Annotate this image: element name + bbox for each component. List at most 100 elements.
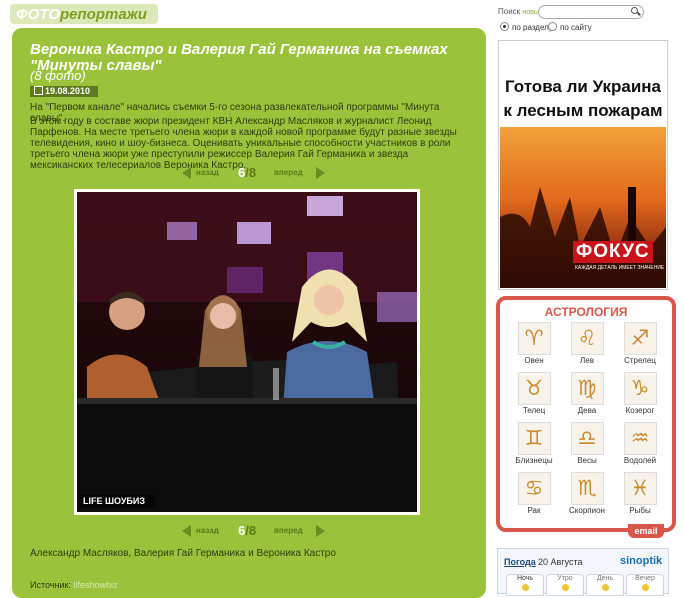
logo-part-photo: ФОТО xyxy=(16,6,61,23)
aquarius-icon[interactable]: ♒ xyxy=(623,422,657,455)
next-arrow-icon[interactable] xyxy=(316,525,325,537)
photo-watermark: LIFE ШОУБИЗ xyxy=(83,496,145,506)
scorpio-icon[interactable]: ♏ xyxy=(570,472,604,505)
photo-image xyxy=(77,192,417,512)
radio-section[interactable] xyxy=(500,22,509,31)
calendar-icon xyxy=(34,86,43,95)
leo-icon[interactable]: ♌ xyxy=(570,322,604,355)
article-body: В этом году в составе жюри президент КВН… xyxy=(30,116,457,171)
advertisement-banner[interactable]: Готова ли Украина к лесным пожарам ФОКУС … xyxy=(498,40,668,290)
source-label: Источник: xyxy=(30,580,71,590)
prev-link[interactable]: назад xyxy=(196,526,219,535)
taurus-icon[interactable]: ♉ xyxy=(517,372,551,405)
weather-tab[interactable]: День xyxy=(586,574,624,596)
photo-count: (8 фото) xyxy=(30,68,86,83)
weather-tab-label: День xyxy=(596,575,614,582)
libra-icon[interactable]: ♎ xyxy=(570,422,604,455)
astrology-title: АСТРОЛОГИЯ xyxy=(544,305,628,319)
zodiac-sign-name[interactable]: Телец xyxy=(509,406,559,415)
logo-part-reports: репортажи xyxy=(60,6,147,23)
zodiac-sign-name[interactable]: Лев xyxy=(562,356,612,365)
next-arrow-icon[interactable] xyxy=(316,167,325,179)
article-date: 19.08.2010 xyxy=(45,86,91,96)
aries-icon[interactable]: ♈ xyxy=(517,322,551,355)
radio-site-label: по сайту xyxy=(560,23,592,32)
zodiac-sign-name[interactable]: Скорпион xyxy=(562,506,612,515)
email-button[interactable]: email xyxy=(628,524,664,538)
ad-tagline: КАЖДАЯ ДЕТАЛЬ ИМЕЕТ ЗНАЧЕНИЕ xyxy=(575,265,665,271)
zodiac-sign-name[interactable]: Стрелец xyxy=(615,356,665,365)
zodiac-sign-scorpio[interactable]: ♏ Скорпион xyxy=(562,472,612,522)
radio-section-label: по разделу xyxy=(512,23,553,32)
sagittarius-icon[interactable]: ♐ xyxy=(623,322,657,355)
photo-counter: 6/8 xyxy=(238,165,256,180)
zodiac-sign-pisces[interactable]: ♓ Рыбы xyxy=(615,472,665,522)
article-title[interactable]: Вероника Кастро и Валерия Гай Германика … xyxy=(30,42,470,74)
photo-counter: 6/8 xyxy=(238,523,256,538)
zodiac-sign-name[interactable]: Близнецы xyxy=(509,456,559,465)
zodiac-sign-name[interactable]: Дева xyxy=(562,406,612,415)
weather-link[interactable]: Погода xyxy=(504,557,536,567)
search-icon[interactable] xyxy=(631,7,638,14)
zodiac-sign-sagittarius[interactable]: ♐ Стрелец xyxy=(615,322,665,372)
source-link[interactable]: lifeshowbiz xyxy=(73,580,117,590)
pisces-icon[interactable]: ♓ xyxy=(623,472,657,505)
photo-source: Источник: lifeshowbiz xyxy=(30,580,117,590)
astrology-widget: АСТРОЛОГИЯ ♈ Овен ♌ Лев ♐ Стрелец ♉ Телец ♍ Дева ♑… xyxy=(496,296,676,532)
zodiac-sign-name[interactable]: Весы xyxy=(562,456,612,465)
weather-icon xyxy=(641,584,649,591)
weather-tab-label: Утро xyxy=(557,575,573,582)
next-link[interactable]: вперед xyxy=(274,168,303,177)
zodiac-sign-cancer[interactable]: ♋ Рак xyxy=(509,472,559,522)
weather-icon xyxy=(521,584,529,591)
prev-link[interactable]: назад xyxy=(196,168,219,177)
zodiac-sign-virgo[interactable]: ♍ Дева xyxy=(562,372,612,422)
zodiac-sign-name[interactable]: Водолей xyxy=(615,456,665,465)
weather-tab[interactable]: Вечер xyxy=(626,574,664,596)
weather-tab-label: Ночь xyxy=(516,575,534,582)
weather-date: 20 Августа xyxy=(538,557,583,567)
ad-title: Готова ли Украина к лесным пожарам xyxy=(503,77,663,120)
main-photo[interactable]: LIFE ШОУБИЗ xyxy=(74,189,420,515)
zodiac-sign-name[interactable]: Козерог xyxy=(615,406,665,415)
zodiac-sign-aquarius[interactable]: ♒ Водолей xyxy=(615,422,665,472)
section-logo[interactable]: ФОТОрепортажи xyxy=(10,4,158,24)
zodiac-sign-leo[interactable]: ♌ Лев xyxy=(562,322,612,372)
pager-top: назад 6/8 вперед xyxy=(182,165,332,182)
prev-arrow-icon[interactable] xyxy=(182,167,191,179)
zodiac-sign-name[interactable]: Овен xyxy=(509,356,559,365)
sinoptik-logo[interactable]: sinoptik xyxy=(620,555,662,567)
ad-image xyxy=(500,127,666,288)
weather-widget: Погода 20 Августа sinoptik Ночь Утро День В… xyxy=(497,548,669,596)
zodiac-sign-name[interactable]: Рыбы xyxy=(615,506,665,515)
search-label: Поиск новый xyxy=(498,7,543,16)
search-scope-section[interactable]: по разделу xyxy=(500,22,553,32)
zodiac-sign-libra[interactable]: ♎ Весы xyxy=(562,422,612,472)
search-scope-site[interactable]: по сайту xyxy=(548,22,592,32)
zodiac-sign-name[interactable]: Рак xyxy=(509,506,559,515)
prev-arrow-icon[interactable] xyxy=(182,525,191,537)
search-input[interactable] xyxy=(538,5,644,19)
ad-logo: ФОКУС xyxy=(573,241,653,263)
zodiac-sign-taurus[interactable]: ♉ Телец xyxy=(509,372,559,422)
weather-tab[interactable]: Ночь xyxy=(506,574,544,596)
radio-site[interactable] xyxy=(548,22,557,31)
weather-tab[interactable]: Утро xyxy=(546,574,584,596)
zodiac-sign-aries[interactable]: ♈ Овен xyxy=(509,322,559,372)
capricorn-icon[interactable]: ♑ xyxy=(623,372,657,405)
total-photos: /8 xyxy=(245,165,257,180)
pager-bottom: назад 6/8 вперед xyxy=(182,523,332,540)
zodiac-sign-gemini[interactable]: ♊ Близнецы xyxy=(509,422,559,472)
virgo-icon[interactable]: ♍ xyxy=(570,372,604,405)
weather-icon xyxy=(561,584,569,591)
date-badge: 19.08.2010 xyxy=(30,86,98,97)
article-panel: Вероника Кастро и Валерия Гай Германика … xyxy=(12,28,486,598)
photo-caption: Александр Масляков, Валерия Гай Германик… xyxy=(30,548,336,559)
next-link[interactable]: вперед xyxy=(274,526,303,535)
total-photos: /8 xyxy=(245,523,257,538)
cancer-icon[interactable]: ♋ xyxy=(517,472,551,505)
weather-tab-label: Вечер xyxy=(635,575,655,582)
weather-icon xyxy=(601,584,609,591)
gemini-icon[interactable]: ♊ xyxy=(517,422,551,455)
zodiac-sign-capricorn[interactable]: ♑ Козерог xyxy=(615,372,665,422)
